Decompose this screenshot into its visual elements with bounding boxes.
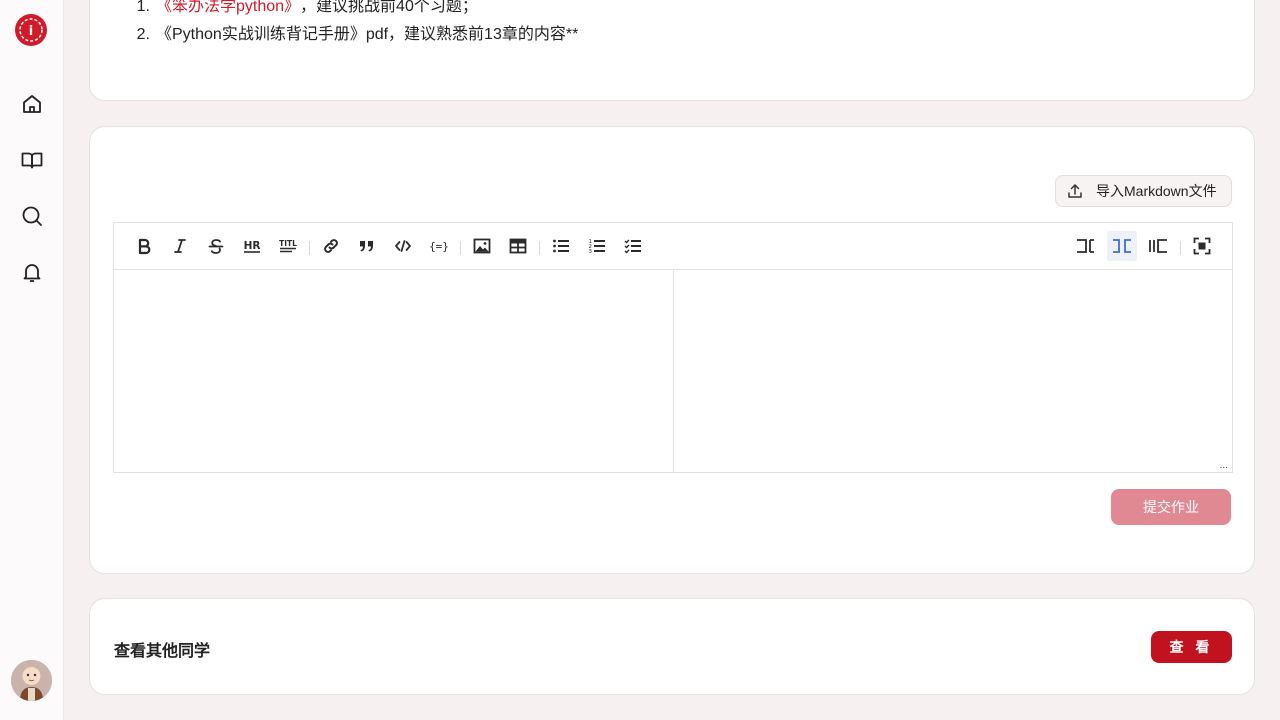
svg-text:{=}: {=} [429,240,449,253]
toolbar-divider [539,241,540,255]
editor-toolbar: HR TITL {=} 1 2 3 [114,223,1232,270]
markdown-editor: HR TITL {=} 1 2 3 ... [113,222,1233,473]
svg-text:TITL: TITL [279,239,297,248]
resource-list: 1. 《笨办法学python》 ，建议挑战前40个习题； 2. 《Python实… [130,0,579,49]
home-icon[interactable] [20,92,44,116]
preview-only-icon[interactable] [1143,231,1173,261]
bell-icon[interactable] [20,260,44,284]
checklist-icon[interactable] [618,231,648,261]
book-icon[interactable] [20,148,44,172]
unordered-list-icon[interactable] [546,231,576,261]
homework-editor-card: 导入Markdown文件 HR TITL {=} 1 2 3 ... 提交作业 [89,126,1255,574]
table-icon[interactable] [503,231,533,261]
strikethrough-icon[interactable] [201,231,231,261]
import-markdown-button[interactable]: 导入Markdown文件 [1055,175,1232,207]
toolbar-divider [309,241,310,255]
code-block-icon[interactable]: {=} [424,231,454,261]
editor-only-icon[interactable] [1071,231,1101,261]
toolbar-divider [460,241,461,255]
ordered-list-icon[interactable]: 123 [582,231,612,261]
split-view-icon[interactable] [1107,231,1137,261]
upload-icon [1066,182,1084,200]
heading-icon[interactable]: HR [237,231,267,261]
resources-card: 1. 《笨办法学python》 ，建议挑战前40个习题； 2. 《Python实… [89,0,1255,101]
search-icon[interactable] [20,204,44,228]
view-button[interactable]: 查 看 [1151,631,1232,663]
italic-icon[interactable] [165,231,195,261]
toolbar-divider [1180,241,1181,255]
view-classmates-card: 查看其他同学 查 看 [89,598,1255,695]
bold-icon[interactable] [129,231,159,261]
markdown-preview [674,270,1232,472]
svg-text:HR: HR [244,240,261,252]
avatar[interactable] [11,660,52,701]
section-title: 查看其他同学 [114,643,211,660]
svg-text:i: i [29,24,33,39]
school-logo-icon[interactable]: i [15,14,47,46]
title-icon[interactable]: TITL [273,231,303,261]
sidebar: i [0,0,64,720]
submit-homework-button[interactable]: 提交作业 [1111,489,1231,525]
svg-text:3: 3 [589,249,593,255]
quote-icon[interactable] [352,231,382,261]
resize-handle-icon[interactable]: ... [1220,461,1228,471]
code-icon[interactable] [388,231,418,261]
resource-link[interactable]: 《笨办法学python》 [156,0,300,21]
fullscreen-icon[interactable] [1187,231,1217,261]
image-icon[interactable] [467,231,497,261]
markdown-input[interactable] [114,270,673,472]
list-item: 2. 《Python实战训练背记手册》pdf，建议熟悉前13章的内容** [136,26,579,43]
link-icon[interactable] [316,231,346,261]
list-item: 1. 《笨办法学python》 ，建议挑战前40个习题； [130,0,578,21]
